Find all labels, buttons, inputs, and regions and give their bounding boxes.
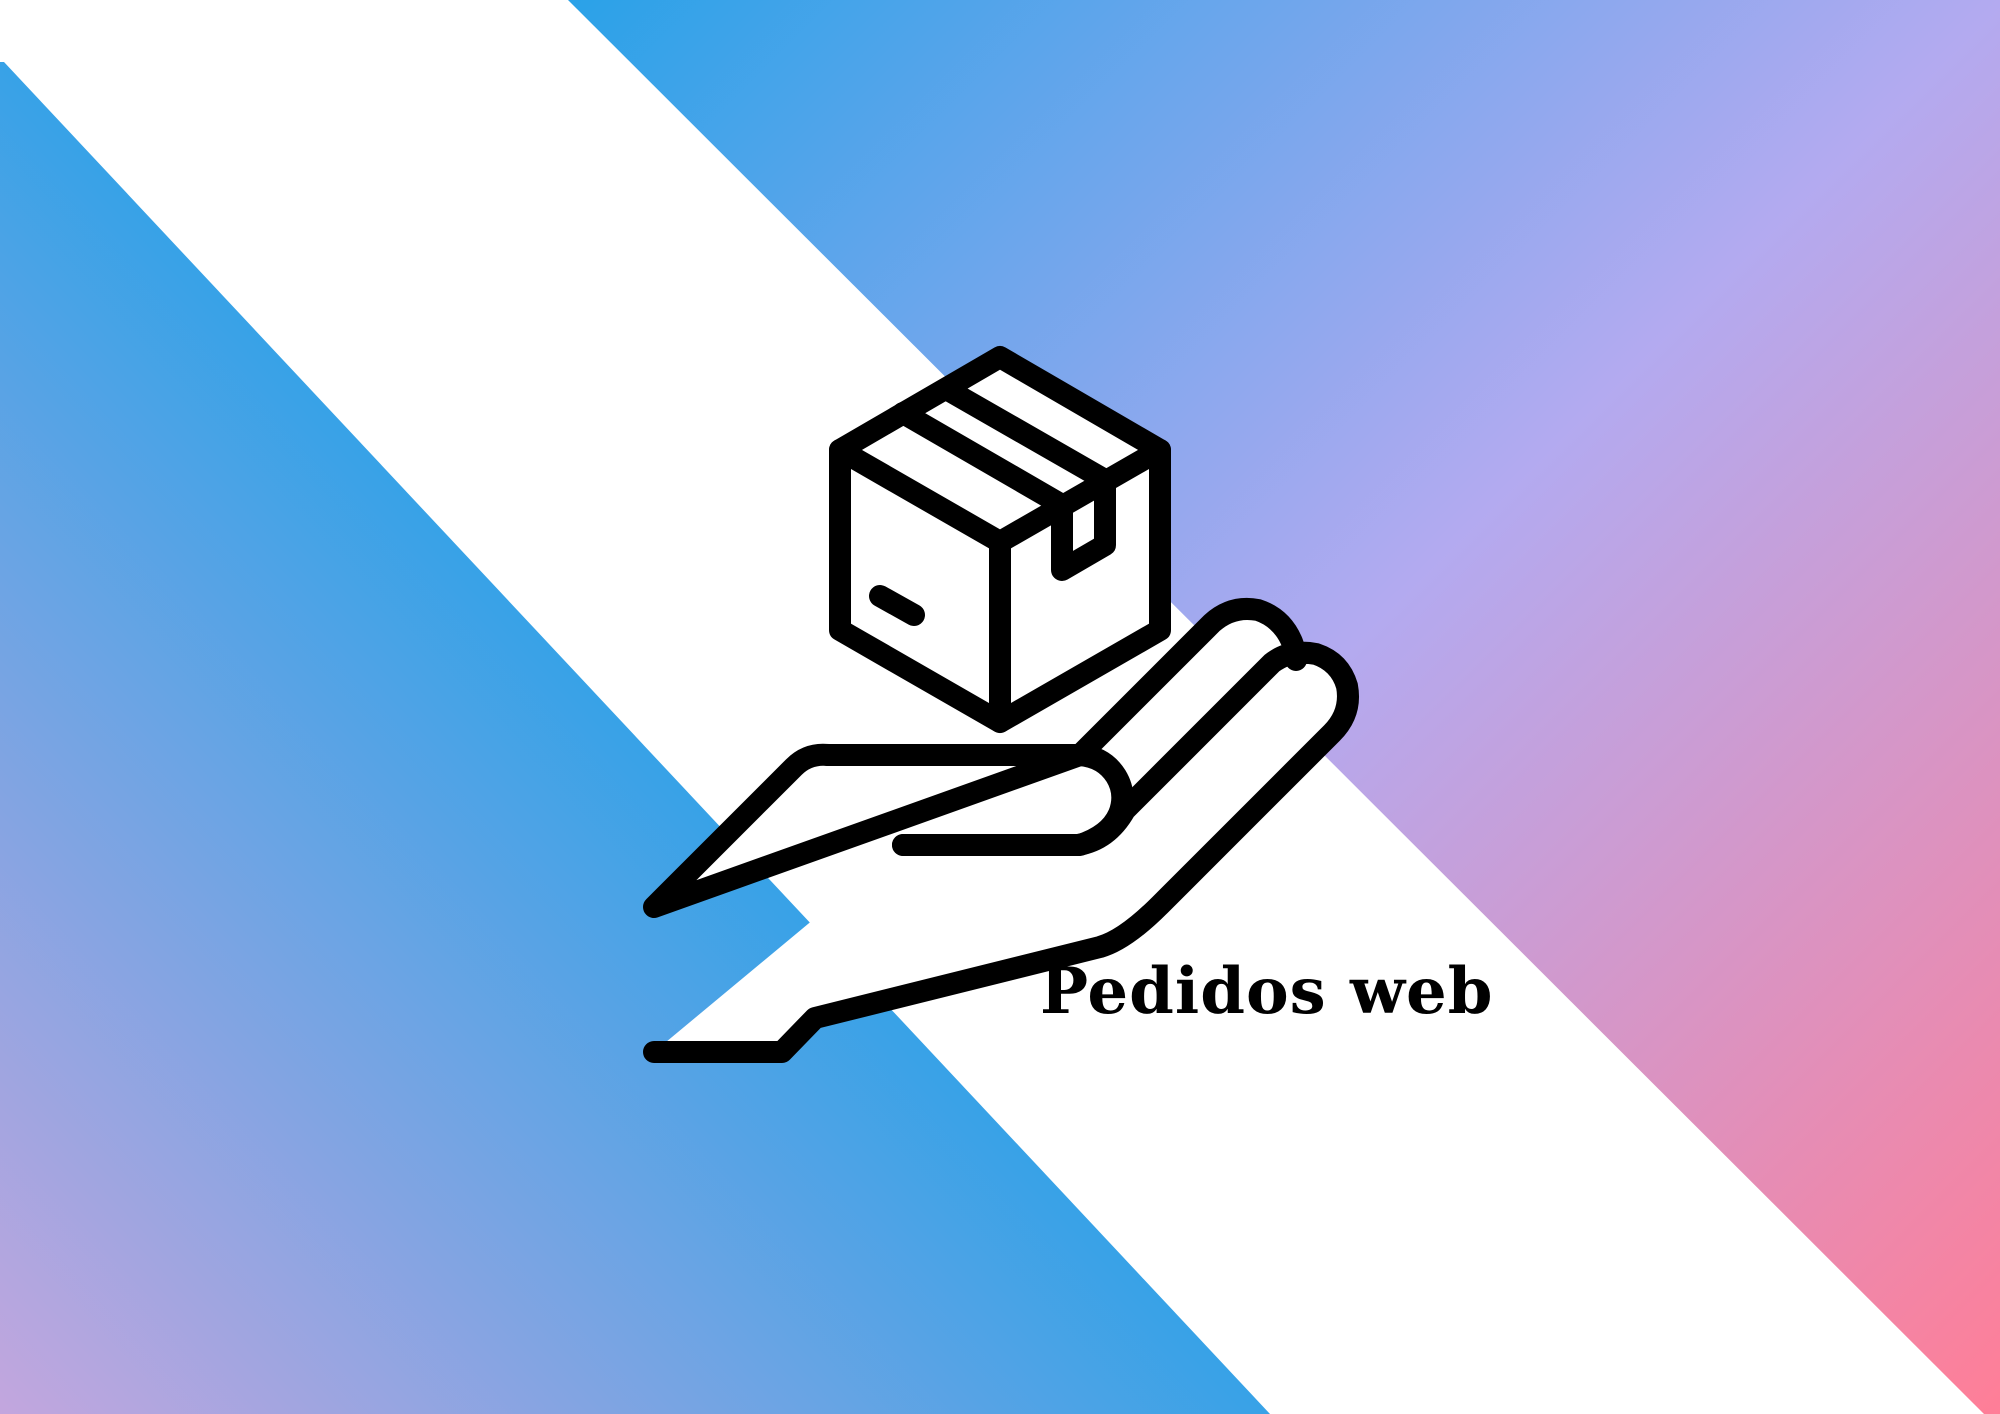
background-art — [0, 0, 2000, 1414]
brand-name: Pedidos web — [1040, 954, 1494, 1029]
splash-canvas: Pedidos web — [0, 0, 2000, 1414]
